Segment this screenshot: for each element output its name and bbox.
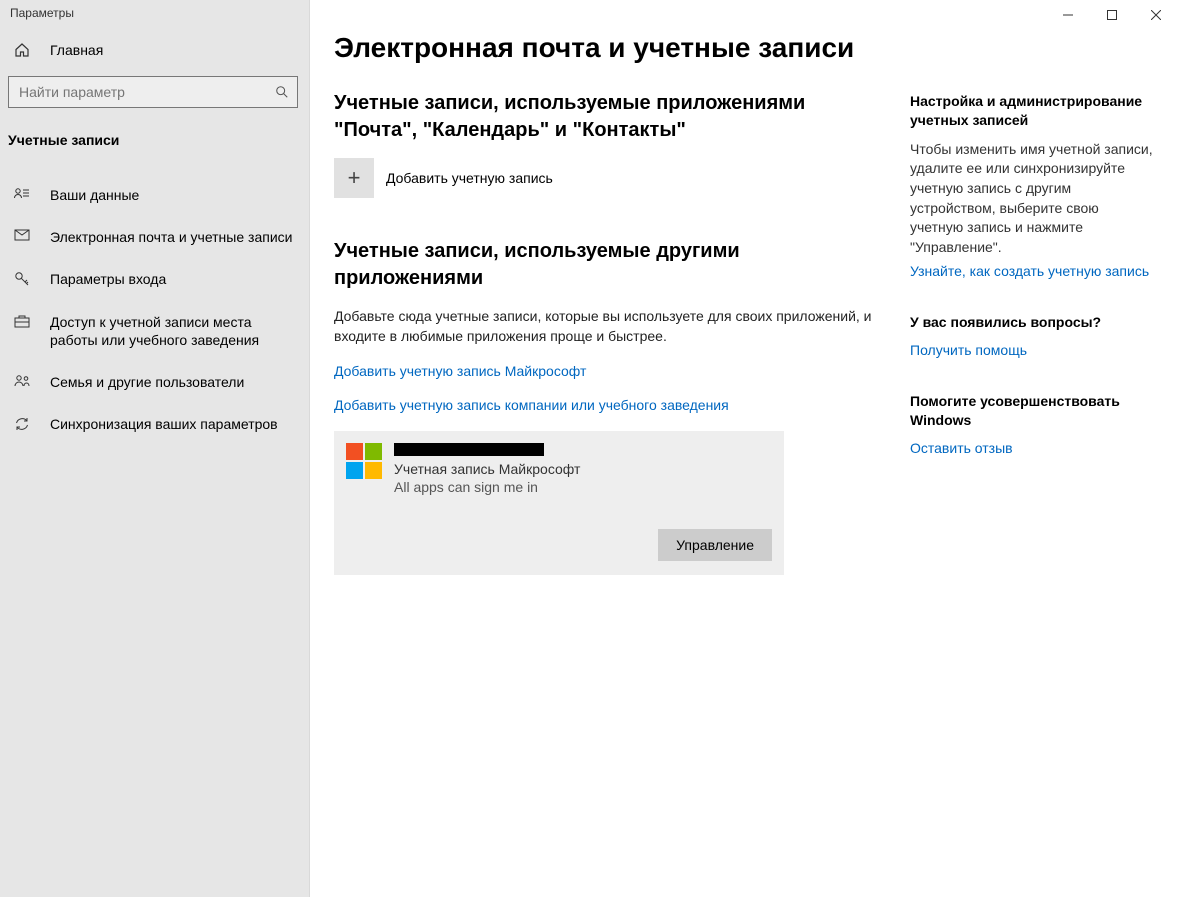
close-button[interactable] bbox=[1134, 2, 1178, 28]
add-account-label: Добавить учетную запись bbox=[386, 170, 553, 186]
home-icon bbox=[14, 42, 34, 58]
page-title: Электронная почта и учетные записи bbox=[334, 32, 894, 64]
aside-feedback-link[interactable]: Оставить отзыв bbox=[910, 440, 1154, 456]
sidebar-item-family[interactable]: Семья и другие пользователи bbox=[0, 361, 309, 403]
sidebar-item-label: Ваши данные bbox=[50, 186, 295, 204]
section-mail-apps-title: Учетные записи, используемые приложениям… bbox=[334, 90, 894, 144]
account-name-redacted bbox=[394, 443, 544, 456]
briefcase-icon bbox=[14, 314, 34, 328]
search-box[interactable] bbox=[8, 76, 298, 108]
aside-questions-title: У вас появились вопросы? bbox=[910, 313, 1154, 332]
plus-icon: + bbox=[334, 158, 374, 198]
manage-button[interactable]: Управление bbox=[658, 529, 772, 561]
people-icon bbox=[14, 374, 34, 388]
aside-help-link[interactable]: Получить помощь bbox=[910, 342, 1154, 358]
mail-icon bbox=[14, 229, 34, 241]
sidebar-item-label: Электронная почта и учетные записи bbox=[50, 228, 295, 246]
sync-icon bbox=[14, 416, 34, 432]
microsoft-logo-icon bbox=[346, 443, 382, 479]
sidebar-item-signin-options[interactable]: Параметры входа bbox=[0, 258, 309, 300]
aside-feedback-title: Помогите усовершенствовать Windows bbox=[910, 392, 1154, 430]
sidebar-item-work-access[interactable]: Доступ к учетной записи места работы или… bbox=[0, 301, 309, 361]
info-sidebar: Настройка и администрирование учетных за… bbox=[910, 32, 1154, 897]
aside-learn-link[interactable]: Узнайте, как создать учетную запись bbox=[910, 263, 1154, 279]
search-icon bbox=[275, 85, 289, 99]
account-card[interactable]: Учетная запись Майкрософт All apps can s… bbox=[334, 431, 784, 576]
sidebar-item-sync[interactable]: Синхронизация ваших параметров bbox=[0, 403, 309, 445]
section-other-apps-desc: Добавьте сюда учетные записи, которые вы… bbox=[334, 306, 894, 347]
add-account-button[interactable]: + Добавить учетную запись bbox=[334, 158, 894, 198]
sidebar-item-label: Семья и другие пользователи bbox=[50, 373, 295, 391]
key-icon bbox=[14, 271, 34, 287]
account-type: Учетная запись Майкрософт bbox=[394, 460, 772, 480]
minimize-button[interactable] bbox=[1046, 2, 1090, 28]
sidebar-item-label: Доступ к учетной записи места работы или… bbox=[50, 313, 295, 349]
add-ms-account-link[interactable]: Добавить учетную запись Майкрософт bbox=[334, 363, 894, 379]
sidebar-item-label: Параметры входа bbox=[50, 270, 295, 288]
sidebar-item-label: Синхронизация ваших параметров bbox=[50, 415, 295, 433]
sidebar-item-your-info[interactable]: Ваши данные bbox=[0, 174, 309, 216]
window-controls bbox=[1046, 2, 1178, 28]
section-other-apps-title: Учетные записи, используемые другими при… bbox=[334, 238, 894, 292]
aside-admin-text: Чтобы изменить имя учетной записи, удали… bbox=[910, 140, 1154, 258]
add-work-account-link[interactable]: Добавить учетную запись компании или уче… bbox=[334, 397, 894, 413]
sidebar: Параметры Главная Учетные записи Ваши да… bbox=[0, 0, 310, 897]
main-pane: Электронная почта и учетные записи Учетн… bbox=[310, 0, 1178, 897]
sidebar-item-email-accounts[interactable]: Электронная почта и учетные записи bbox=[0, 216, 309, 258]
sidebar-section-title: Учетные записи bbox=[0, 126, 309, 162]
aside-admin-title: Настройка и администрирование учетных за… bbox=[910, 92, 1154, 130]
window-title: Параметры bbox=[0, 4, 309, 34]
maximize-button[interactable] bbox=[1090, 2, 1134, 28]
account-status: All apps can sign me in bbox=[394, 479, 772, 495]
search-input[interactable] bbox=[19, 84, 275, 100]
person-card-icon bbox=[14, 187, 34, 201]
nav-home[interactable]: Главная bbox=[0, 34, 309, 66]
nav-home-label: Главная bbox=[50, 42, 103, 58]
